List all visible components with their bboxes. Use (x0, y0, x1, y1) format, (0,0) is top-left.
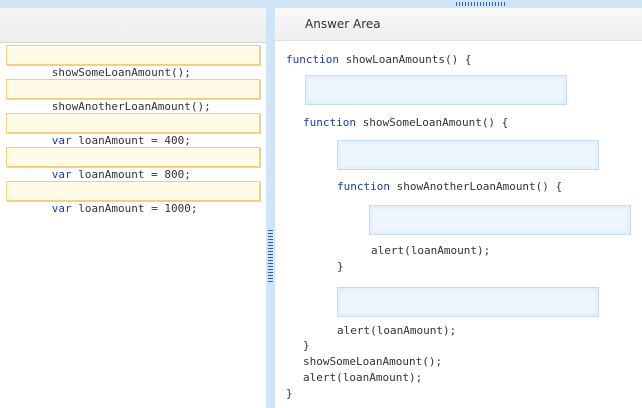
drop-target-3[interactable] (369, 205, 631, 235)
panel-splitter[interactable] (266, 8, 275, 408)
answer-area-title: Answer Area (305, 17, 381, 31)
answer-panel-header: Answer Area (275, 8, 642, 41)
tile-text: showAnotherLoanAmount(); (51, 100, 211, 113)
code-tile-show-some[interactable]: showSomeLoanAmount(); (6, 45, 260, 79)
top-resize-bar[interactable] (0, 0, 642, 8)
code-keyword: function (337, 180, 390, 193)
tile-text: loanAmount = 800; (71, 168, 191, 181)
tile-text: showSomeLoanAmount(); (51, 66, 191, 79)
code-text: showAnotherLoanAmount() { (389, 180, 563, 193)
code-line-close-middle: } (303, 339, 310, 352)
top-grip-handle[interactable] (456, 2, 506, 6)
drop-target-4[interactable] (337, 287, 599, 317)
code-text: showSomeLoanAmount() { (355, 116, 509, 129)
tile-text: loanAmount = 1000; (71, 202, 198, 215)
answer-panel: Answer Area function showLoanAmounts() {… (275, 8, 642, 408)
code-tile-var-800[interactable]: var loanAmount = 800; (6, 147, 260, 181)
source-panel: showSomeLoanAmount(); showAnotherLoanAmo… (0, 8, 266, 408)
tile-keyword: var (51, 134, 72, 147)
code-tile-var-1000[interactable]: var loanAmount = 1000; (6, 181, 260, 215)
code-line-fn-show-loan-amounts: function showLoanAmounts() { (286, 53, 471, 66)
code-line-fn-show-another: function showAnotherLoanAmount() { (337, 180, 562, 193)
code-text: showLoanAmounts() { (338, 53, 472, 66)
drag-drop-question: showSomeLoanAmount(); showAnotherLoanAmo… (0, 0, 642, 408)
code-line-alert-middle: alert(loanAmount); (337, 324, 457, 337)
code-keyword: function (303, 116, 356, 129)
code-keyword: function (286, 53, 339, 66)
code-line-close-inner: } (337, 260, 344, 273)
code-line-alert-outer: alert(loanAmount); (303, 371, 423, 384)
tile-keyword: var (51, 202, 72, 215)
drop-target-1[interactable] (305, 75, 567, 105)
code-tile-var-400[interactable]: var loanAmount = 400; (6, 113, 260, 147)
splitter-grip-handle[interactable] (268, 230, 273, 282)
source-panel-header (0, 8, 266, 43)
code-tile-show-another[interactable]: showAnotherLoanAmount(); (6, 79, 260, 113)
code-line-alert-inner: alert(loanAmount); (371, 244, 491, 257)
tile-text: loanAmount = 400; (71, 134, 191, 147)
code-line-fn-show-some: function showSomeLoanAmount() { (303, 116, 508, 129)
tile-keyword: var (51, 168, 72, 181)
code-line-close-outer: } (286, 387, 293, 400)
drop-target-2[interactable] (337, 140, 599, 170)
code-line-call-show-some: showSomeLoanAmount(); (303, 355, 443, 368)
